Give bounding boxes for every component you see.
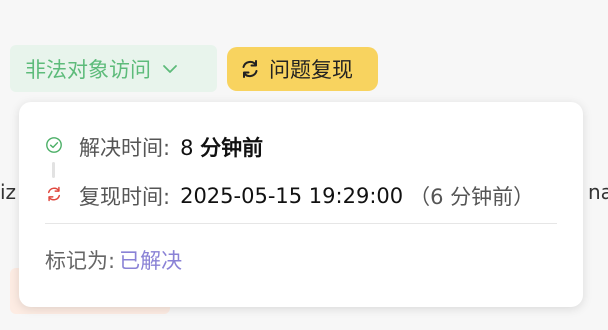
resolved-time-label: 解决时间: — [79, 136, 171, 160]
reproduced-time-label: 复现时间: — [79, 185, 171, 209]
reproduced-time-row: 复现时间: 2025-05-15 19:29:00 （6 分钟前） — [45, 181, 534, 211]
issue-type-dropdown[interactable]: 非法对象访问 — [10, 45, 217, 92]
reproduced-time-relative: （6 分钟前） — [409, 185, 535, 209]
page: iz na 非法对象访问 问题复现 解决时间: 8 分钟前 复现时间: 2025… — [0, 0, 608, 330]
timeline-connector — [52, 162, 55, 178]
issue-status-popover: 解决时间: 8 分钟前 复现时间: 2025-05-15 19:29:00 （6… — [19, 102, 583, 307]
background-row-text-left: iz — [0, 180, 17, 204]
resolved-time-unit: 分钟前 — [200, 136, 264, 160]
resolved-time-number: 8 — [180, 136, 194, 160]
refresh-icon — [45, 184, 63, 208]
mark-as-row: 标记为: 已解决 — [45, 245, 182, 275]
mark-resolved-link[interactable]: 已解决 — [119, 249, 182, 273]
chevron-down-icon — [161, 60, 179, 78]
refresh-icon — [239, 58, 261, 80]
mark-as-label: 标记为: — [45, 249, 116, 273]
issue-reproduced-tag[interactable]: 问题复现 — [227, 47, 378, 91]
resolved-time-value: 8 分钟前 — [180, 132, 263, 162]
divider — [45, 223, 557, 224]
issue-type-label: 非法对象访问 — [25, 57, 151, 82]
background-row-text-right: na — [588, 180, 608, 204]
resolved-time-row: 解决时间: 8 分钟前 — [45, 132, 263, 162]
check-circle-icon — [45, 135, 63, 159]
issue-reproduced-label: 问题复现 — [269, 58, 353, 82]
reproduced-time-value: 2025-05-15 19:29:00 — [180, 184, 404, 208]
